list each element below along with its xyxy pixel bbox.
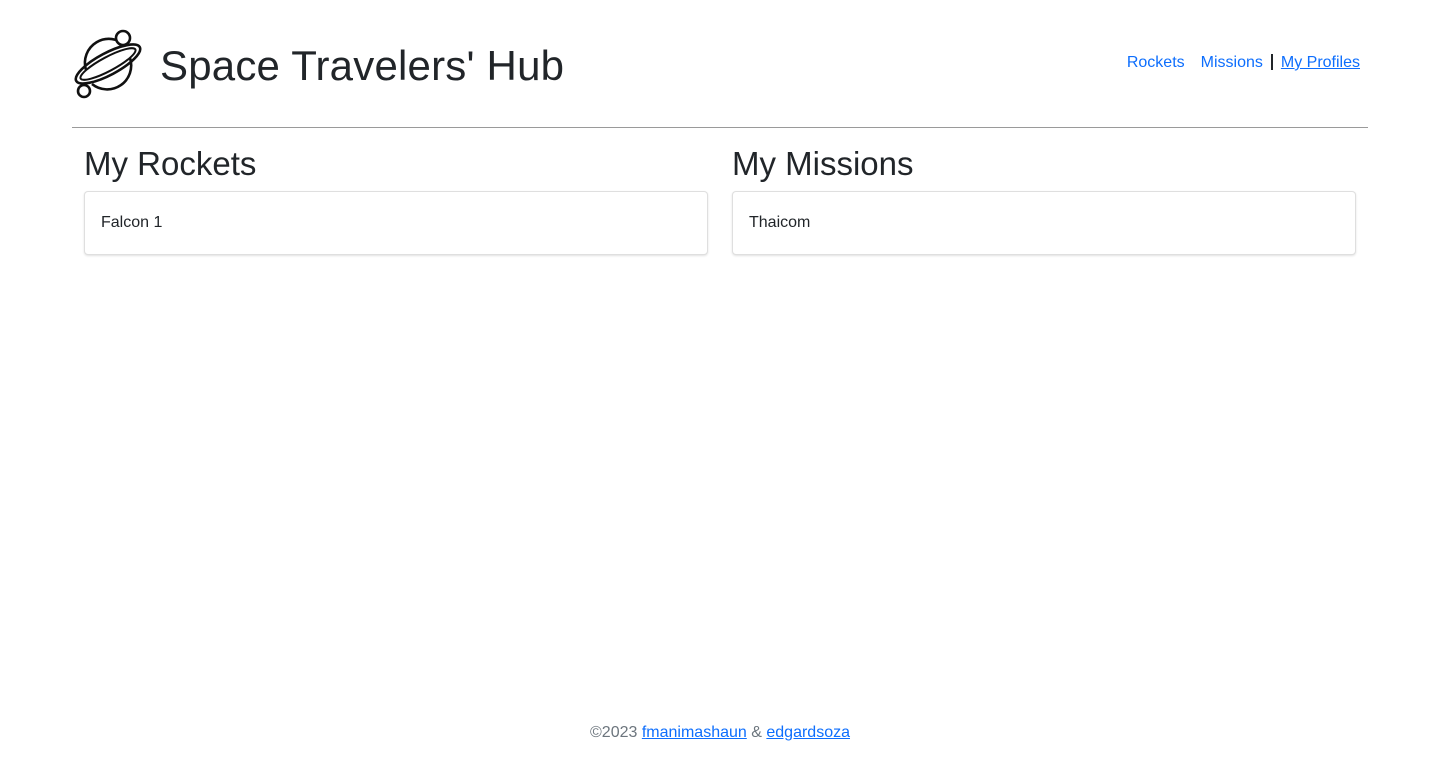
site-header: Space Travelers' Hub Rockets Missions My… bbox=[72, 0, 1368, 128]
page: Space Travelers' Hub Rockets Missions My… bbox=[0, 0, 1440, 770]
nav-separator bbox=[1270, 54, 1273, 70]
my-rockets-section: My Rockets Falcon 1 bbox=[84, 145, 708, 255]
ampersand-text: & bbox=[751, 724, 762, 741]
profile-content: My Rockets Falcon 1 My Missions Thaicom bbox=[84, 145, 1356, 255]
copyright-text: ©2023 bbox=[590, 724, 638, 741]
list-item: Thaicom bbox=[749, 213, 811, 231]
site-footer: ©2023 fmanimashaun & edgardsoza bbox=[0, 724, 1440, 742]
nav-link-my-profiles[interactable]: My Profiles bbox=[1281, 54, 1360, 72]
nav-link-rockets[interactable]: Rockets bbox=[1127, 54, 1185, 72]
planet-icon bbox=[74, 29, 142, 99]
author-link-fmanimashaun[interactable]: fmanimashaun bbox=[642, 724, 747, 741]
my-rockets-list: Falcon 1 bbox=[84, 190, 708, 255]
my-missions-section: My Missions Thaicom bbox=[732, 145, 1356, 255]
my-rockets-heading: My Rockets bbox=[84, 145, 257, 182]
my-missions-heading: My Missions bbox=[732, 145, 914, 182]
app-title: Space Travelers' Hub bbox=[160, 42, 565, 89]
my-missions-list: Thaicom bbox=[732, 190, 1356, 255]
author-link-edgardsoza[interactable]: edgardsoza bbox=[766, 724, 850, 741]
brand[interactable]: Space Travelers' Hub bbox=[72, 28, 564, 100]
list-item: Falcon 1 bbox=[101, 213, 163, 231]
nav-link-missions[interactable]: Missions bbox=[1201, 54, 1263, 72]
main-nav: Rockets Missions My Profiles bbox=[1127, 54, 1360, 72]
